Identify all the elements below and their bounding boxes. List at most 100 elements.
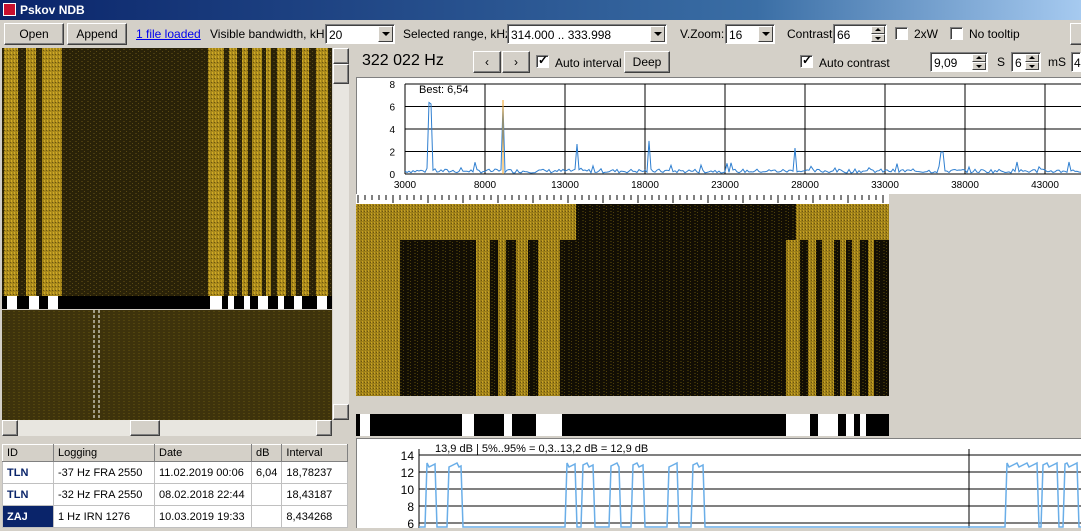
notooltip-label: No tooltip xyxy=(969,27,1020,41)
spin-buttons[interactable] xyxy=(1025,54,1039,70)
y-tick-label: 10 xyxy=(401,483,415,497)
auto-contrast-checkbox[interactable] xyxy=(800,53,813,68)
cell-logging: -32 Hz FRA 2550 xyxy=(53,483,155,506)
contrast-value: 9,09 xyxy=(934,56,958,70)
cell-interval: 18,43187 xyxy=(281,483,348,506)
open-button[interactable]: Open xyxy=(4,23,64,45)
s-spinner[interactable]: 6 xyxy=(1011,52,1041,72)
log-table[interactable]: ID Logging Date dB Interval TLN -37 Hz F… xyxy=(2,444,348,528)
ms-spinner[interactable]: 4 xyxy=(1071,52,1081,72)
scroll-left-button[interactable] xyxy=(2,420,18,436)
files-loaded-link[interactable]: 1 file loaded xyxy=(136,27,201,41)
scroll-thumb[interactable] xyxy=(333,64,349,84)
cell-logging: 1 Hz IRN 1276 xyxy=(53,505,155,528)
y-tick-label: 6 xyxy=(407,517,414,528)
prev-button[interactable]: ‹ xyxy=(473,51,501,73)
column-header[interactable]: Logging xyxy=(53,444,155,462)
left-horizontal-scrollbar[interactable] xyxy=(2,420,332,436)
scroll-down-button[interactable] xyxy=(333,404,349,420)
level-header: 13,9 dB | 5%..95% = 0,3..13,2 dB = 12,9 … xyxy=(435,443,648,455)
left-waterfall xyxy=(2,48,332,296)
right-waterfall xyxy=(356,204,889,396)
table-row[interactable]: ZAJ 1 Hz IRN 1276 10.03.2019 19:33 8,434… xyxy=(2,505,348,528)
spin-down-icon[interactable] xyxy=(1025,62,1039,70)
x-tick-label: 43000 xyxy=(1031,180,1059,191)
app-icon xyxy=(3,3,16,16)
spin-buttons[interactable] xyxy=(871,26,885,42)
notooltip-checkbox[interactable] xyxy=(950,27,963,40)
spin-down-icon[interactable] xyxy=(871,34,885,42)
x-tick-label: 8000 xyxy=(474,180,497,191)
x-tick-label: 3000 xyxy=(394,180,417,191)
table-row[interactable]: TLN -32 Hz FRA 2550 08.02.2018 22:44 18,… xyxy=(2,483,348,506)
chevron-left-icon: ‹ xyxy=(485,55,489,69)
spin-buttons[interactable] xyxy=(972,54,986,70)
x-tick-label: 33000 xyxy=(871,180,899,191)
contrast-value-spinner[interactable]: 9,09 xyxy=(930,52,988,72)
left-vertical-scrollbar[interactable] xyxy=(333,48,349,420)
cell-interval: 8,434268 xyxy=(281,505,348,528)
twoxw-label: 2xW xyxy=(914,27,938,41)
left-lower-canvas xyxy=(2,310,332,420)
waterfall-empty-area xyxy=(889,194,1081,436)
next-button[interactable]: › xyxy=(502,51,530,73)
cell-id: TLN xyxy=(2,483,54,506)
contrast-spinner[interactable]: 66 xyxy=(833,24,887,44)
table-row[interactable]: TLN -37 Hz FRA 2550 11.02.2019 00:06 6,0… xyxy=(2,461,348,484)
x-tick-label: 23000 xyxy=(711,180,739,191)
chevron-down-icon[interactable] xyxy=(378,26,393,42)
column-header[interactable]: Date xyxy=(154,444,252,462)
range-select[interactable]: 314.000 .. 333.998 xyxy=(507,24,667,44)
y-tick-label: 14 xyxy=(401,449,415,463)
bandwidth-label: Visible bandwidth, kHz: xyxy=(210,27,334,41)
level-chart: 14 12 10 8 6 13,9 dB | 5%..95% = 0,3..13,2 d… xyxy=(401,443,1081,531)
y-tick-label: 4 xyxy=(389,125,395,136)
table-header-row: ID Logging Date dB Interval xyxy=(2,444,348,462)
spin-up-icon[interactable] xyxy=(1025,54,1039,62)
right-morse-bar xyxy=(356,414,889,436)
s-value: 6 xyxy=(1015,56,1022,70)
bandwidth-value: 20 xyxy=(329,28,343,42)
ruler-ticks xyxy=(357,195,884,203)
vzoom-label: V.Zoom: xyxy=(680,27,725,41)
x-tick-label: 38000 xyxy=(951,180,979,191)
cell-date: 10.03.2019 19:33 xyxy=(154,505,252,528)
cell-db: 6,04 xyxy=(250,461,283,484)
level-line xyxy=(419,461,1081,528)
column-header[interactable]: ID xyxy=(2,444,54,462)
spin-down-icon[interactable] xyxy=(972,62,986,70)
spin-up-icon[interactable] xyxy=(972,54,986,62)
y-tick-label: 2 xyxy=(389,148,395,159)
spin-up-icon[interactable] xyxy=(871,26,885,34)
cell-id: TLN xyxy=(2,461,54,484)
column-header[interactable]: dB xyxy=(250,444,283,462)
auto-contrast-label: Auto contrast xyxy=(819,56,890,70)
contrast-label: Contrast: xyxy=(787,27,836,41)
scroll-right-button[interactable] xyxy=(316,420,332,436)
scroll-up-button[interactable] xyxy=(333,48,349,64)
append-button[interactable]: Append xyxy=(67,23,127,45)
y-tick-label: 8 xyxy=(407,500,414,514)
column-header[interactable]: Interval xyxy=(281,444,348,462)
cell-date: 11.02.2019 00:06 xyxy=(154,461,252,484)
ms-label: mS xyxy=(1048,55,1066,69)
waterfall-gap xyxy=(356,396,889,414)
auto-interval-label: Auto interval xyxy=(555,56,622,70)
x-tick-label: 13000 xyxy=(551,180,579,191)
left-waterfall-canvas xyxy=(2,48,332,296)
cell-db xyxy=(250,505,283,528)
chevron-down-icon[interactable] xyxy=(650,26,665,42)
deep-button[interactable]: Deep xyxy=(624,51,670,73)
overflow-button[interactable] xyxy=(1070,23,1081,45)
cell-id: ZAJ xyxy=(2,505,54,528)
vzoom-select[interactable]: 16 xyxy=(725,24,775,44)
y-tick-label: 12 xyxy=(401,466,415,480)
x-tick-label: 28000 xyxy=(791,180,819,191)
cell-logging: -37 Hz FRA 2550 xyxy=(53,461,155,484)
scroll-thumb[interactable] xyxy=(130,420,160,436)
twoxw-checkbox[interactable] xyxy=(895,27,908,40)
bandwidth-select[interactable]: 20 xyxy=(325,24,395,44)
y-tick-label: 6 xyxy=(389,103,395,114)
chevron-down-icon[interactable] xyxy=(758,26,773,42)
auto-interval-checkbox[interactable] xyxy=(536,53,549,68)
